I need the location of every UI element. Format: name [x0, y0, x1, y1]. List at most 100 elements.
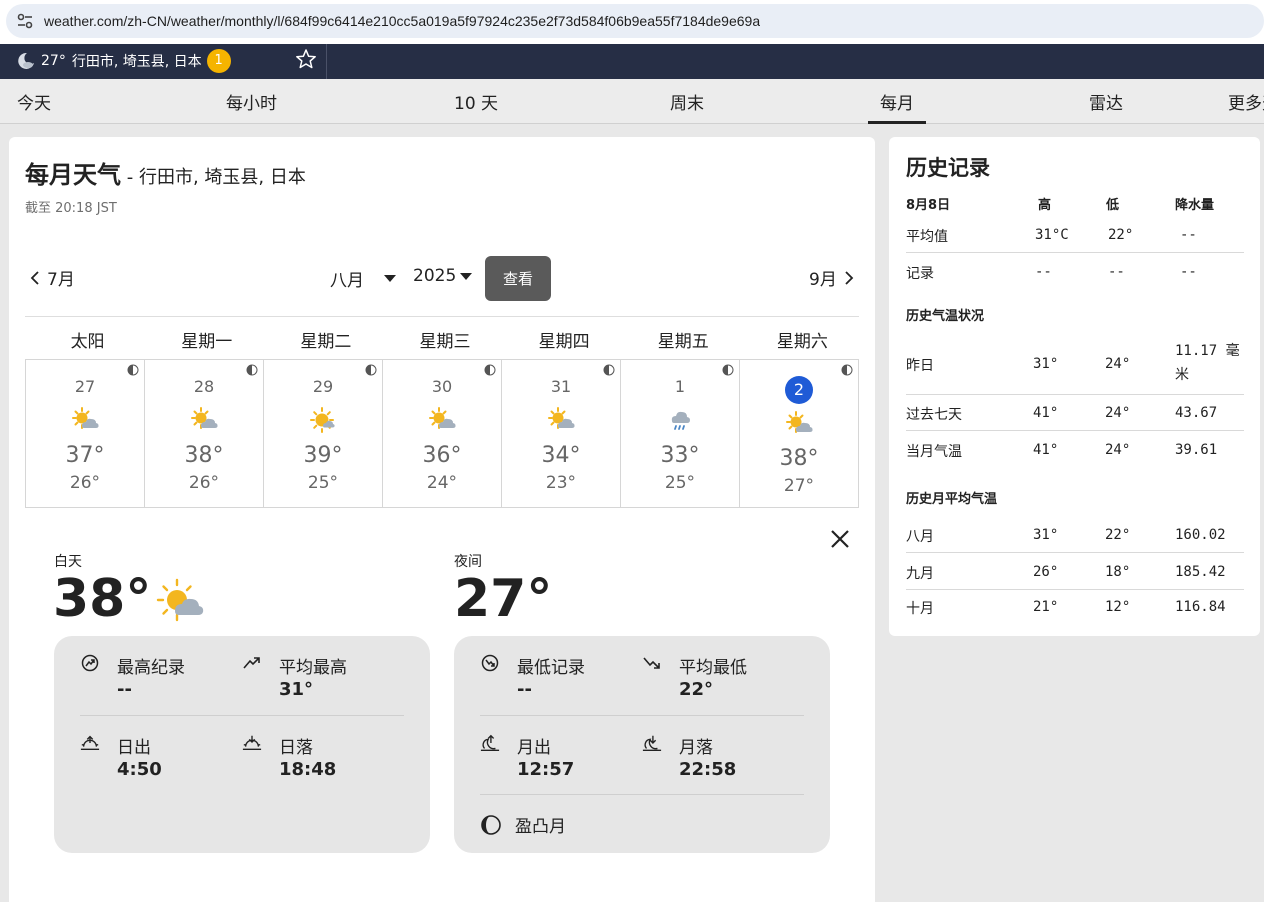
day-date: 31	[550, 377, 572, 396]
sunset-icon	[242, 735, 262, 751]
record-row-label: 记录	[906, 266, 934, 282]
temp-row-label: 过去七天	[906, 407, 962, 423]
avg-precip: --	[1180, 227, 1197, 243]
month-select[interactable]: 八月	[330, 266, 396, 291]
weekday-fri: 星期五	[657, 332, 709, 352]
tab-today[interactable]: 今天	[17, 89, 51, 114]
calendar-day-cell[interactable]: 30 36° 24°	[383, 360, 502, 507]
tab-weekend[interactable]: 周末	[670, 89, 704, 114]
temp-row-low: 24°	[1105, 356, 1131, 372]
trend-down-icon	[643, 657, 660, 669]
day-high-temp: 33°	[660, 443, 700, 468]
weekday-thu: 星期四	[538, 332, 590, 352]
record-high-icon	[81, 654, 99, 672]
day-date: 29	[312, 377, 334, 396]
address-field[interactable]: weather.com/zh-CN/weather/monthly/l/684f…	[6, 4, 1264, 38]
night-label: 夜间	[454, 554, 482, 570]
moonrise-stat: 月出 12:57	[480, 733, 574, 780]
month-row-high: 21°	[1033, 599, 1059, 615]
title-main: 每月天气	[25, 161, 121, 189]
tab-monthly[interactable]: 每月	[868, 89, 926, 124]
tab-10-day[interactable]: 10 天	[454, 89, 498, 114]
as-of-timestamp: 截至 20:18 JST	[25, 201, 117, 216]
partly-cloudy-day-icon	[72, 407, 99, 429]
record-high-label: 最高纪录	[117, 658, 185, 678]
record-low-icon	[481, 654, 499, 672]
view-button[interactable]: 查看	[485, 256, 551, 301]
avg-low-value: 22°	[679, 679, 714, 700]
favorite-star-icon[interactable]	[295, 48, 317, 70]
day-low-temp: 23°	[545, 473, 577, 493]
sunset-stat: 日落 18:48	[242, 733, 336, 780]
calendar-day-cell[interactable]: 28 38° 26°	[145, 360, 264, 507]
calendar-day-cell[interactable]: 27 37° 26°	[26, 360, 145, 507]
month-select-value: 八月	[330, 271, 364, 291]
next-month-link[interactable]: 9月	[809, 265, 855, 290]
month-row-low: 18°	[1105, 564, 1131, 580]
record-low-label: 最低记录	[517, 658, 585, 678]
day-low-temp: 25°	[664, 473, 696, 493]
caret-down-icon	[460, 272, 473, 280]
temp-row-label: 当月气温	[906, 444, 962, 460]
forecast-tabs: 今天 每小时 10 天 周末 每月 雷达 更多天	[0, 79, 1264, 124]
site-settings-icon[interactable]	[16, 12, 34, 30]
avg-high-value: 31°	[279, 679, 314, 700]
sunrise-icon	[80, 735, 100, 751]
prev-month-link[interactable]: 7月	[29, 265, 75, 290]
day-low-temp: 25°	[307, 473, 339, 493]
url-path: /zh-CN/weather/monthly/l/684f99c6414e210…	[123, 13, 761, 29]
record-high: --	[1035, 264, 1052, 280]
col-precip-header: 降水量	[1175, 198, 1215, 213]
divider	[25, 316, 859, 317]
day-details-panel: 最高纪录 -- 平均最高 31° 日出 4:50 日落 18:48	[54, 636, 430, 853]
month-row-high: 31°	[1033, 527, 1059, 543]
moon-phase-icon	[722, 364, 734, 376]
moonset-label: 月落	[679, 738, 713, 758]
temp-row-high: 31°	[1033, 356, 1059, 372]
temp-row-precip: 11.17 毫米	[1175, 343, 1240, 383]
month-row-label: 八月	[906, 529, 934, 545]
url-text[interactable]: weather.com/zh-CN/weather/monthly/l/684f…	[44, 13, 760, 29]
location-name: 行田市, 埼玉县, 日本	[71, 54, 202, 70]
year-select-value: 2025	[413, 266, 457, 286]
weekday-mon: 星期一	[181, 332, 233, 352]
year-select[interactable]: 2025	[413, 266, 473, 286]
sunrise-stat: 日出 4:50	[80, 733, 162, 780]
day-high-temp: 39°	[303, 443, 343, 468]
partly-cloudy-day-icon	[191, 407, 218, 429]
close-icon[interactable]	[829, 528, 851, 550]
record-high-value: --	[117, 679, 132, 700]
history-card: 历史记录 8月8日 高 低 降水量 平均值 31°C 22° -- 记录 -- …	[889, 137, 1260, 636]
chevron-left-icon	[30, 270, 39, 285]
moonrise-label: 月出	[517, 738, 551, 758]
temp-row-low: 24°	[1105, 405, 1131, 421]
month-row-low: 22°	[1105, 527, 1131, 543]
caret-down-icon	[384, 275, 396, 282]
day-date: 28	[193, 377, 215, 396]
weekday-header: 太阳 星期一 星期二 星期三 星期四 星期五 星期六	[25, 327, 859, 359]
moon-phase-icon	[246, 364, 258, 376]
temp-row-high: 41°	[1033, 442, 1059, 458]
moonset-stat: 月落 22:58	[642, 733, 736, 780]
tab-more[interactable]: 更多天	[1228, 89, 1264, 114]
history-title: 历史记录	[906, 156, 990, 180]
alert-badge[interactable]: 1	[206, 49, 231, 73]
rain-icon	[671, 411, 690, 430]
night-temp: 27°	[454, 569, 553, 629]
col-low-header: 低	[1106, 198, 1120, 213]
calendar-day-cell[interactable]: 31 34° 23°	[502, 360, 621, 507]
tab-hourly[interactable]: 每小时	[226, 89, 277, 114]
calendar-week-row: 27 37° 26° 28 38° 26° 29 39° 25° 30 36° 24° 31 34° 23°…	[25, 359, 859, 508]
day-low-temp: 24°	[426, 473, 458, 493]
calendar-day-cell[interactable]: 1 33° 25°	[621, 360, 740, 507]
tab-radar[interactable]: 雷达	[1089, 89, 1123, 114]
day-date: 1	[674, 377, 686, 396]
calendar-day-cell[interactable]: 29 39° 25°	[264, 360, 383, 507]
weekday-tue: 星期二	[300, 332, 352, 352]
calendar-day-cell[interactable]: 2 38° 27°	[740, 360, 858, 507]
record-low-value: --	[517, 679, 532, 700]
avg-high: 31°C	[1035, 227, 1069, 243]
current-location[interactable]: 27° 行田市, 埼玉县, 日本 1	[16, 48, 231, 74]
month-row-precip: 160.02	[1175, 527, 1226, 543]
temp-row-low: 24°	[1105, 442, 1131, 458]
